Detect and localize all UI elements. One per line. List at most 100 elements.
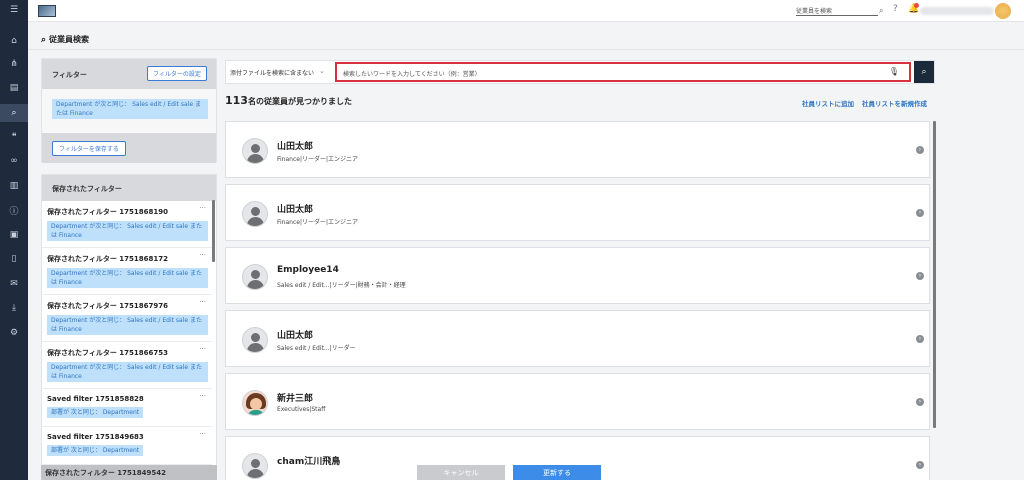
employee-name[interactable]: Employee14 (277, 265, 339, 275)
divider (28, 49, 1024, 50)
employee-name[interactable]: 新井三郎 (277, 391, 313, 404)
saved-filter-name: Saved filter 1751849683 (47, 433, 144, 441)
search-icon[interactable]: ⌕ (879, 6, 883, 16)
result-count-suffix: 名の従業員が見つかりました (247, 97, 352, 106)
chevron-right-icon[interactable]: › (916, 209, 924, 217)
saved-filter-chip: 部署が 次と同じ： Department (47, 407, 144, 418)
employee-details: Finance|リーダー|エンジニア (277, 219, 358, 226)
saved-filter-chip: Department が次と同じ： Sales edit / Edit sale… (47, 362, 208, 382)
more-options-icon[interactable]: ··· (199, 430, 206, 438)
employee-card[interactable]: 山田太郎 Finance|リーダー|エンジニア › (225, 121, 930, 178)
user-settings-icon[interactable]: ⚙ (0, 324, 28, 342)
saved-filter-item[interactable]: Saved filter 1751858828 ··· 部署が 次と同じ： Depa… (42, 389, 212, 427)
more-options-icon[interactable]: ··· (199, 345, 206, 353)
chevron-right-icon[interactable]: › (916, 272, 924, 280)
default-avatar-icon (242, 201, 268, 227)
filter-heading: フィルター (52, 71, 87, 79)
search-bar: 添付ファイルを検索に含まない ⌄ 検索したいワードを入力してください（例：営業）… (225, 60, 935, 84)
more-options-icon[interactable]: ··· (199, 298, 206, 306)
saved-filter-item[interactable]: 保存されたフィルター 1751868172 ··· Department が次と同じ… (42, 248, 212, 295)
link-icon[interactable]: ∞ (0, 152, 28, 170)
attachment-select[interactable]: 添付ファイルを検索に含まない (230, 68, 314, 77)
filter-panel: フィルター フィルターの設定 Department が次と同じ： Sales e… (41, 58, 217, 163)
saved-filter-name: 保存されたフィルター 1751867976 (47, 302, 169, 310)
add-to-list-link[interactable]: 社員リストに追加 (802, 98, 854, 108)
company-logo[interactable] (38, 5, 56, 17)
chevron-right-icon[interactable]: › (916, 146, 924, 154)
default-avatar-icon (242, 327, 268, 353)
saved-filter-item[interactable]: 保存されたフィルター 1751868190 ··· Department が次と同じ… (42, 201, 212, 248)
more-options-icon[interactable]: ··· (199, 251, 206, 259)
filter-settings-button[interactable]: フィルターの設定 (147, 66, 207, 81)
more-options-icon[interactable]: ··· (199, 392, 206, 400)
search-button[interactable]: ⌕ (914, 61, 934, 83)
saved-filter-chip: Department が次と同じ： Sales edit / Edit sale… (47, 221, 208, 241)
saved-filters-list: 保存されたフィルター 1751868190 ··· Department が次と同じ… (42, 201, 212, 465)
saved-filters-heading: 保存されたフィルター (42, 175, 216, 201)
saved-filters-scrollbar[interactable] (212, 200, 215, 262)
employee-details: Finance|リーダー|エンジニア (277, 156, 358, 163)
saved-filter-item[interactable]: Saved filter 1751849683 ··· 部署が 次と同じ： Depa… (42, 427, 212, 465)
download-icon[interactable]: ⤓ (0, 299, 28, 317)
default-avatar-icon (242, 138, 268, 164)
employee-name[interactable]: 山田太郎 (277, 139, 313, 152)
employee-card[interactable]: 新井三郎 Executives|Staff › (225, 373, 930, 430)
employee-card[interactable]: 山田太郎 Sales edit / Edit...|リーダー › (225, 310, 930, 367)
saved-filter-item[interactable]: 保存されたフィルター 1751867976 ··· Department が次と同じ… (42, 295, 212, 342)
mic-off-icon[interactable]: 🎙 (889, 67, 899, 76)
saved-filter-name: 保存されたフィルター 1751868172 (47, 255, 169, 263)
page-title: ⌕ 従業員検索 (41, 34, 89, 45)
user-avatar[interactable] (995, 3, 1011, 19)
saved-filter-chip: Department が次と同じ： Sales edit / Edit sale… (47, 268, 208, 288)
employee-details: Sales edit / Edit...|リーダー (277, 345, 356, 352)
default-avatar-icon (242, 453, 268, 479)
chevron-right-icon[interactable]: › (916, 335, 924, 343)
info-icon[interactable]: ⓘ (0, 201, 28, 219)
filter-header: フィルター フィルターの設定 (42, 59, 216, 89)
employee-card[interactable]: 山田太郎 Finance|リーダー|エンジニア › (225, 184, 930, 241)
employee-name[interactable]: 山田太郎 (277, 328, 313, 341)
book-icon[interactable]: ▯ (0, 250, 28, 268)
saved-filter-item[interactable]: 保存されたフィルター 1751866753 ··· Department が次と同じ… (42, 342, 212, 389)
chat-icon[interactable]: ❝ (0, 128, 28, 146)
mail-icon[interactable]: ✉ (0, 275, 28, 293)
chevron-right-icon[interactable]: › (916, 398, 924, 406)
update-button[interactable]: 更新する (513, 465, 601, 480)
user-name-blurred[interactable] (920, 7, 994, 15)
chevron-right-icon[interactable]: › (916, 461, 924, 469)
cancel-button[interactable]: キャンセル (417, 465, 505, 480)
document-icon[interactable]: ▤ (0, 79, 28, 97)
employee-details: Sales edit / Edit...|リーダー|財務・会計・経理 (277, 282, 406, 289)
page-title-text: 従業員検索 (49, 35, 90, 44)
search-placeholder: 検索したいワードを入力してください（例：営業） (343, 71, 481, 78)
search-icon: ⌕ (921, 67, 927, 77)
employee-name[interactable]: 山田太郎 (277, 202, 313, 215)
search-icon[interactable]: ⌕ (0, 104, 28, 122)
saved-filter-chip: Department が次と同じ： Sales edit / Edit sale… (47, 315, 208, 335)
saved-filter-partial-item[interactable]: 保存されたフィルター 1751849542 (41, 465, 217, 480)
contact-card-icon[interactable]: ▣ (0, 226, 28, 244)
more-options-icon[interactable]: ··· (199, 204, 206, 212)
list-actions: 社員リストに追加 社員リストを新規作成 (802, 98, 927, 108)
employee-search-input[interactable]: 従業員を検索 (796, 6, 878, 16)
employee-card[interactable]: Employee14 Sales edit / Edit...|リーダー|財務・会… (225, 247, 930, 304)
search-icon: ⌕ (41, 34, 47, 45)
result-count-number: 113 (225, 94, 248, 107)
active-filter-chip[interactable]: Department が次と同じ： Sales edit / Edit sale… (52, 99, 208, 119)
results-scrollbar[interactable] (933, 121, 936, 428)
result-count: 113名の従業員が見つかりました (225, 94, 352, 107)
menu-icon[interactable]: ☰ (0, 1, 28, 19)
help-icon[interactable]: ? (893, 4, 898, 14)
save-filter-button[interactable]: フィルターを保存する (52, 141, 126, 156)
analytics-icon[interactable]: ▥ (0, 177, 28, 195)
org-chart-icon[interactable]: ⋔ (0, 55, 28, 73)
home-icon[interactable]: ⌂ (0, 32, 28, 50)
saved-filter-name: Saved filter 1751858828 (47, 395, 144, 403)
keyword-search-input[interactable]: 検索したいワードを入力してください（例：営業） 🎙 (335, 62, 911, 82)
chevron-down-icon[interactable]: ⌄ (319, 67, 325, 75)
side-nav: ☰ ⌂ ⋔ ▤ ⌕ ❝ ∞ ▥ ⓘ ▣ ▯ ✉ ⤓ ⚙ (0, 0, 28, 480)
employee-name[interactable]: cham江川飛鳥 (277, 454, 340, 467)
saved-filter-chip: 部署が 次と同じ： Department (47, 445, 144, 456)
default-avatar-icon (242, 264, 268, 290)
create-list-link[interactable]: 社員リストを新規作成 (862, 98, 927, 108)
